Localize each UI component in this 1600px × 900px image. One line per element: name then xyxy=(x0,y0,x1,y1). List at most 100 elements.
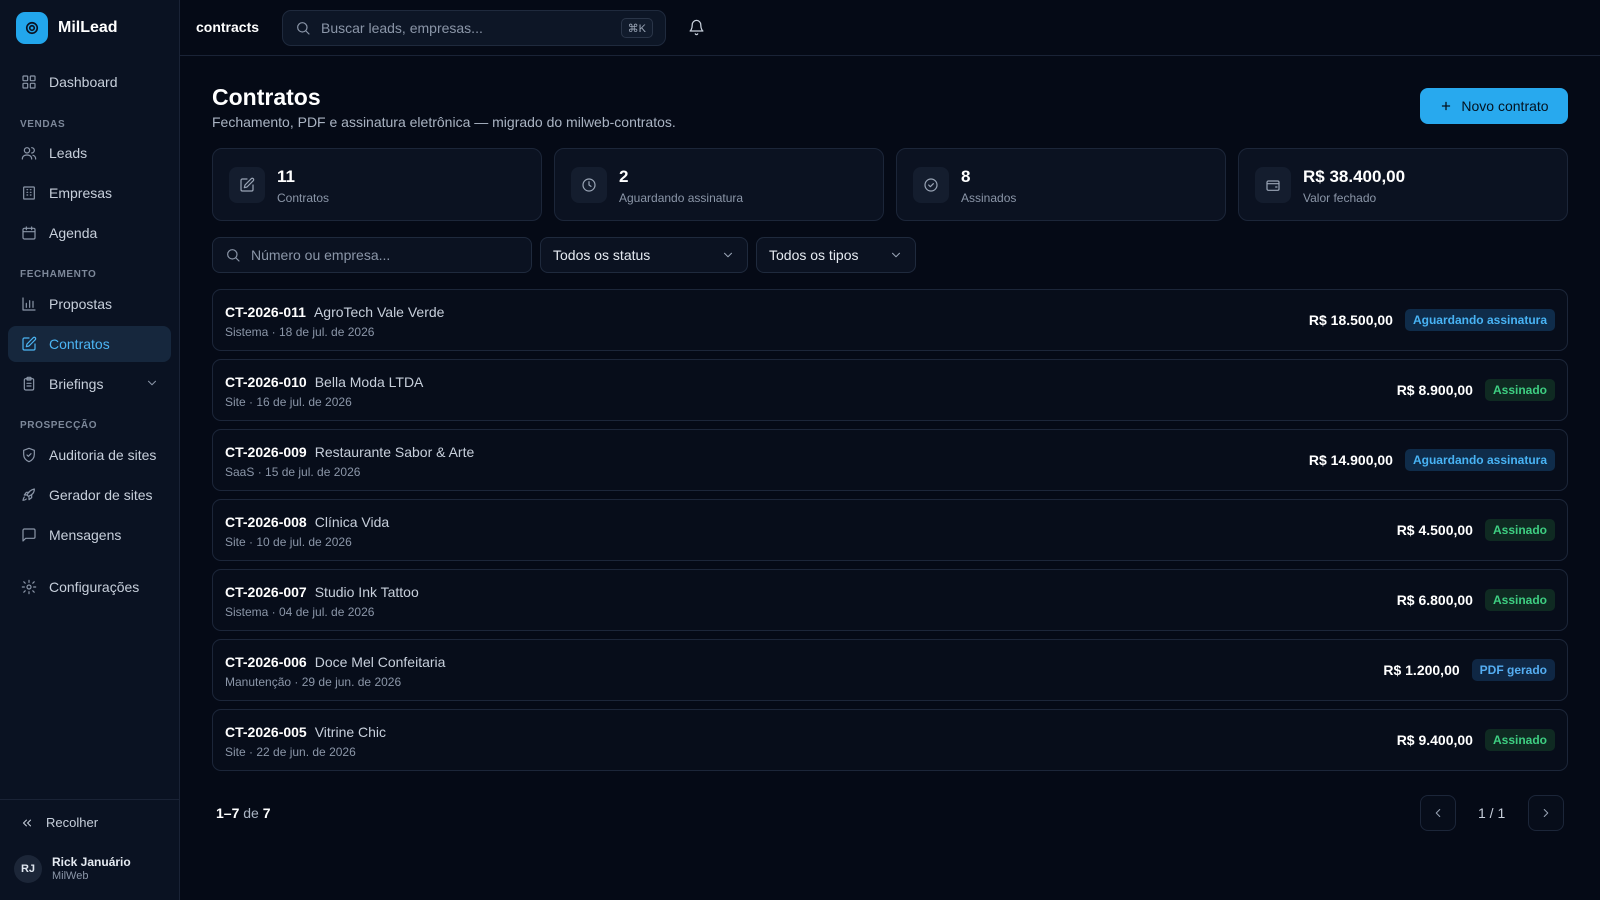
sidebar-item-gerador[interactable]: Gerador de sites xyxy=(8,477,171,513)
type-filter-select[interactable]: Todos os tipos xyxy=(756,237,916,273)
contract-value: R$ 14.900,00 xyxy=(1308,452,1393,468)
page-title: Contratos xyxy=(212,84,321,110)
clock-icon xyxy=(571,167,607,203)
new-contract-label: Novo contrato xyxy=(1461,98,1549,114)
status-badge: Assinado xyxy=(1484,519,1555,541)
plus-icon xyxy=(1442,101,1451,111)
contract-row[interactable]: CT-2026-011 AgroTech Vale Verde Sistema ·… xyxy=(212,289,1568,351)
chevron-down-icon xyxy=(145,376,159,390)
contract-row[interactable]: CT-2026-009 Restaurante Sabor & Arte SaaS… xyxy=(212,429,1568,491)
collapse-label: Recolher xyxy=(46,815,99,830)
contract-company: Vitrine Chic xyxy=(314,724,387,740)
sidebar-item-label: Mensagens xyxy=(49,527,122,543)
section-fechamento: FECHAMENTO xyxy=(20,269,97,280)
sidebar-item-leads[interactable]: Leads xyxy=(8,135,171,171)
contract-search[interactable] xyxy=(212,237,532,273)
page-indicator: 1 / 1 xyxy=(1478,805,1506,821)
stat-card-signed: 8 Assinados xyxy=(896,148,1226,221)
contract-meta: Sistema · 18 de jul. de 2026 xyxy=(225,325,375,339)
contract-row[interactable]: CT-2026-008 Clínica Vida Site · 10 de jul… xyxy=(212,499,1568,561)
search-icon xyxy=(225,247,241,263)
sidebar-item-briefings[interactable]: Briefings xyxy=(8,366,171,402)
status-filter-select[interactable]: Todos os status xyxy=(540,237,748,273)
calendar-icon xyxy=(21,225,37,241)
sidebar-item-empresas[interactable]: Empresas xyxy=(8,175,171,211)
next-page-button[interactable] xyxy=(1528,795,1564,831)
contract-meta: Site · 16 de jul. de 2026 xyxy=(225,395,352,409)
stat-value: 11 xyxy=(277,167,295,186)
brand-name: MilLead xyxy=(58,19,118,36)
contract-number: CT-2026-005 xyxy=(225,724,307,740)
stat-label: Valor fechado xyxy=(1303,191,1377,205)
global-search[interactable]: ⌘K xyxy=(282,10,666,46)
stat-label: Contratos xyxy=(277,191,330,205)
user-org: MilWeb xyxy=(52,870,89,882)
contract-row[interactable]: CT-2026-010 Bella Moda LTDA Site · 16 de … xyxy=(212,359,1568,421)
contract-number: CT-2026-011 xyxy=(225,304,306,320)
sidebar-item-label: Contratos xyxy=(49,336,110,352)
status-filter-value: Todos os status xyxy=(553,247,651,263)
contract-row[interactable]: CT-2026-007 Studio Ink Tattoo Sistema · 0… xyxy=(212,569,1568,631)
sidebar-item-auditoria[interactable]: Auditoria de sites xyxy=(8,437,171,473)
sidebar-item-contratos[interactable]: Contratos xyxy=(8,326,171,362)
sidebar-item-label: Configurações xyxy=(49,579,140,595)
contract-number: CT-2026-009 xyxy=(225,444,307,460)
contract-company: AgroTech Vale Verde xyxy=(313,304,445,320)
global-search-input[interactable] xyxy=(321,20,611,36)
page-subtitle: Fechamento, PDF e assinatura eletrônica … xyxy=(212,114,676,130)
sidebar-divider xyxy=(0,799,180,800)
chevron-left-icon xyxy=(1435,808,1441,818)
contract-meta: Site · 10 de jul. de 2026 xyxy=(225,535,352,549)
contract-value: R$ 18.500,00 xyxy=(1308,312,1393,328)
sidebar-item-configuracoes[interactable]: Configurações xyxy=(8,569,171,605)
contract-company: Restaurante Sabor & Arte xyxy=(314,444,475,460)
new-contract-button[interactable]: Novo contrato xyxy=(1420,88,1568,124)
contract-number: CT-2026-010 xyxy=(225,374,307,390)
search-icon xyxy=(295,20,311,36)
type-filter-value: Todos os tipos xyxy=(769,247,859,263)
contract-search-input[interactable] xyxy=(251,247,531,263)
status-badge: Assinado xyxy=(1484,589,1555,611)
section-prospeccao: PROSPECÇÃO xyxy=(20,420,98,431)
stat-card-contracts: 11 Contratos xyxy=(212,148,542,221)
contract-company: Doce Mel Confeitaria xyxy=(314,654,446,670)
stat-card-awaiting: 2 Aguardando assinatura xyxy=(554,148,884,221)
sidebar-item-label: Empresas xyxy=(49,185,113,201)
contract-company: Studio Ink Tattoo xyxy=(314,584,419,600)
status-badge: Assinado xyxy=(1484,729,1555,751)
sidebar-item-mensagens[interactable]: Mensagens xyxy=(8,517,171,553)
notifications-bell-icon[interactable] xyxy=(688,19,705,36)
status-badge: Aguardando assinatura xyxy=(1404,309,1555,331)
chevrons-left-icon xyxy=(20,816,34,830)
section-vendas: VENDAS xyxy=(20,119,66,130)
avatar: RJ xyxy=(14,855,42,883)
pagination-of: de xyxy=(243,805,259,821)
breadcrumb: contracts xyxy=(196,19,260,35)
collapse-sidebar-button[interactable]: Recolher xyxy=(20,815,98,830)
stat-label: Assinados xyxy=(961,191,1017,205)
contract-value: R$ 9.400,00 xyxy=(1396,732,1473,748)
contract-value: R$ 6.800,00 xyxy=(1396,592,1473,608)
contract-number: CT-2026-008 xyxy=(225,514,307,530)
previous-page-button[interactable] xyxy=(1420,795,1456,831)
sidebar-item-label: Agenda xyxy=(49,225,98,241)
chevron-down-icon xyxy=(889,248,903,262)
sidebar-item-label: Gerador de sites xyxy=(49,487,153,503)
sidebar-item-dashboard[interactable]: Dashboard xyxy=(8,64,171,100)
contract-icon xyxy=(229,167,265,203)
gear-icon xyxy=(21,579,37,595)
contract-row[interactable]: CT-2026-006 Doce Mel Confeitaria Manutenç… xyxy=(212,639,1568,701)
brand[interactable]: MilLead xyxy=(16,12,118,44)
sidebar-item-propostas[interactable]: Propostas xyxy=(8,286,171,322)
pagination-range: 1–7 xyxy=(216,805,240,821)
stat-value: 8 xyxy=(961,167,971,186)
user-profile[interactable]: RJ Rick Januário MilWeb xyxy=(14,855,131,883)
contract-row[interactable]: CT-2026-005 Vitrine Chic Site · 22 de jun… xyxy=(212,709,1568,771)
chevron-down-icon xyxy=(721,248,735,262)
shield-check-icon xyxy=(21,447,37,463)
sidebar-item-agenda[interactable]: Agenda xyxy=(8,215,171,251)
check-circle-icon xyxy=(913,167,949,203)
stat-card-value: R$ 38.400,00 Valor fechado xyxy=(1238,148,1568,221)
message-icon xyxy=(21,527,37,543)
contract-value: R$ 4.500,00 xyxy=(1396,522,1473,538)
